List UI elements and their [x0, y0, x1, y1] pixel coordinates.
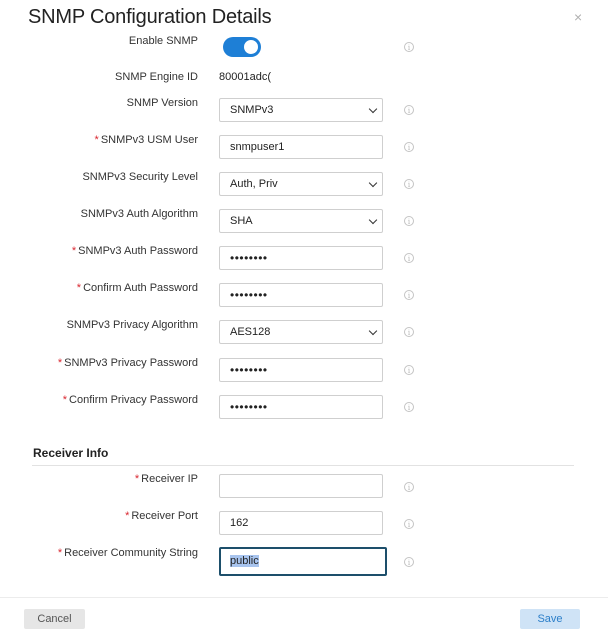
field-label: * SNMPv3 USM User	[94, 134, 198, 146]
usm-user-input[interactable]: snmpuser1	[219, 135, 383, 159]
form-row-auth-password: * SNMPv3 Auth Password •••••••• i	[0, 245, 608, 275]
receiver-ip-input[interactable]	[219, 474, 383, 498]
chevron-down-icon	[368, 326, 378, 336]
field-label: * Confirm Auth Password	[76, 282, 198, 294]
confirm-auth-password-input[interactable]: ••••••••	[219, 283, 383, 307]
info-icon[interactable]: i	[404, 557, 414, 567]
chevron-down-icon	[368, 104, 378, 114]
form-row-confirm-privacy-password: * Confirm Privacy Password •••••••• i	[0, 394, 608, 424]
chevron-down-icon	[368, 178, 378, 188]
form-row-privacy-password: * SNMPv3 Privacy Password •••••••• i	[0, 357, 608, 387]
form-row-usm-user: * SNMPv3 USM User snmpuser1 i	[0, 134, 608, 164]
required-marker: *	[76, 282, 82, 294]
auth-algorithm-select[interactable]: SHA	[219, 209, 383, 233]
form-row-receiver-ip: * Receiver IP i	[0, 473, 608, 503]
cancel-button[interactable]: Cancel	[24, 609, 85, 629]
field-label: * Receiver IP	[134, 473, 198, 485]
info-icon[interactable]: i	[404, 142, 414, 152]
info-icon[interactable]: i	[404, 482, 414, 492]
info-icon[interactable]: i	[404, 179, 414, 189]
field-label: Enable SNMP	[128, 35, 198, 47]
toggle-knob	[244, 40, 258, 54]
info-icon[interactable]: i	[404, 42, 414, 52]
security-level-select[interactable]: Auth, Priv	[219, 172, 383, 196]
field-label: * SNMPv3 Privacy Password	[57, 357, 198, 369]
privacy-algorithm-select[interactable]: AES128	[219, 320, 383, 344]
form-row-auth-algorithm: SNMPv3 Auth Algorithm SHA i	[0, 208, 608, 238]
select-value: SNMPv3	[230, 104, 274, 116]
info-icon[interactable]: i	[404, 105, 414, 115]
required-marker: *	[125, 510, 130, 522]
form-row-privacy-algorithm: SNMPv3 Privacy Algorithm AES128 i	[0, 319, 608, 349]
required-marker: *	[94, 134, 99, 146]
dialog-title: SNMP Configuration Details	[28, 6, 272, 28]
required-marker: *	[57, 357, 63, 369]
required-marker: *	[57, 547, 63, 559]
info-icon[interactable]: i	[404, 290, 414, 300]
info-icon[interactable]: i	[404, 402, 414, 412]
receiver-community-input[interactable]: public	[219, 547, 387, 576]
form-row-receiver-community: * Receiver Community String public i	[0, 547, 608, 577]
field-label: SNMP Engine ID	[115, 71, 198, 83]
form-row-snmp-version: SNMP Version SNMPv3 i	[0, 97, 608, 127]
required-marker: *	[62, 394, 68, 406]
info-icon[interactable]: i	[404, 216, 414, 226]
footer-divider	[0, 597, 608, 598]
chevron-down-icon	[368, 215, 378, 225]
section-divider	[32, 465, 574, 466]
required-marker: *	[134, 473, 140, 485]
privacy-password-input[interactable]: ••••••••	[219, 358, 383, 382]
engine-id-value: 80001adc(	[219, 71, 271, 83]
select-value: Auth, Priv	[230, 178, 278, 190]
confirm-privacy-password-input[interactable]: ••••••••	[219, 395, 383, 419]
field-label: * Receiver Port	[125, 510, 198, 522]
form-row-security-level: SNMPv3 Security Level Auth, Priv i	[0, 171, 608, 201]
selected-text: public	[230, 555, 259, 567]
select-value: AES128	[230, 326, 271, 338]
info-icon[interactable]: i	[404, 365, 414, 375]
field-label: SNMPv3 Auth Algorithm	[80, 208, 198, 220]
select-value: SHA	[230, 215, 253, 227]
auth-password-input[interactable]: ••••••••	[219, 246, 383, 270]
enable-snmp-toggle[interactable]	[223, 37, 261, 57]
required-marker: *	[71, 245, 77, 257]
field-label: SNMPv3 Privacy Algorithm	[66, 319, 198, 331]
info-icon[interactable]: i	[404, 253, 414, 263]
receiver-port-input[interactable]: 162	[219, 511, 383, 535]
field-label: SNMP Version	[126, 97, 198, 109]
form-row-enable-snmp: Enable SNMP i	[0, 35, 608, 65]
save-button[interactable]: Save	[520, 609, 580, 629]
field-label: * Confirm Privacy Password	[62, 394, 198, 406]
info-icon[interactable]: i	[404, 519, 414, 529]
form-row-confirm-auth-password: * Confirm Auth Password •••••••• i	[0, 282, 608, 312]
field-label: * Receiver Community String	[57, 547, 198, 559]
close-icon[interactable]: ×	[574, 10, 582, 24]
info-icon[interactable]: i	[404, 327, 414, 337]
field-label: SNMPv3 Security Level	[82, 171, 198, 183]
field-label: * SNMPv3 Auth Password	[71, 245, 198, 257]
form-row-receiver-port: * Receiver Port 162 i	[0, 510, 608, 540]
receiver-section-title: Receiver Info	[33, 446, 109, 460]
snmp-version-select[interactable]: SNMPv3	[219, 98, 383, 122]
